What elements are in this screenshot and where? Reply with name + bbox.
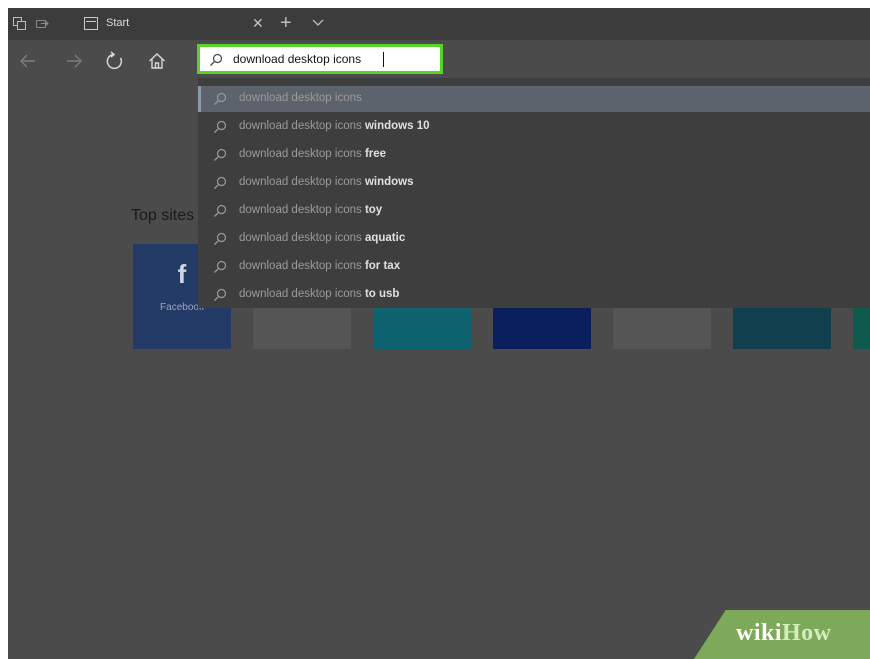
suggestion-item[interactable]: download desktop icons windows 10 [198, 114, 870, 140]
search-icon [213, 260, 227, 274]
suggestion-completion: windows 10 [364, 120, 430, 132]
suggestion-query: download desktop icons [239, 204, 365, 216]
search-suggestions-dropdown: download desktop icons download desktop i… [198, 78, 870, 308]
suggestion-query: download desktop icons [239, 232, 365, 244]
suggestion-query: download desktop icons [239, 148, 365, 160]
suggestion-item[interactable]: download desktop icons aquatic [198, 226, 870, 252]
suggestion-text: download desktop icons windows [239, 176, 414, 188]
forward-arrow-icon[interactable] [63, 50, 85, 72]
suggestion-query: download desktop icons [239, 288, 365, 300]
search-icon [209, 53, 223, 67]
address-bar[interactable] [197, 44, 443, 74]
suggestion-completion: free [364, 148, 387, 160]
search-icon [213, 148, 227, 162]
suggestion-query: download desktop icons [239, 260, 365, 272]
suggestion-completion: toy [364, 204, 383, 216]
browser-window: Start ✕ + Top sites fFacebook [8, 8, 870, 659]
search-icon [213, 288, 227, 302]
suggestion-completion: to usb [364, 288, 400, 300]
suggestion-completion: aquatic [364, 232, 406, 244]
search-icon [213, 232, 227, 246]
close-icon[interactable]: ✕ [252, 14, 264, 32]
set-aside-tabs-icon[interactable] [36, 17, 49, 30]
suggestion-text: download desktop icons [239, 92, 362, 104]
tab-page-icon [84, 17, 98, 30]
suggestion-completion: for tax [364, 260, 401, 272]
selection-indicator [198, 86, 201, 112]
suggestion-item[interactable]: download desktop icons windows [198, 170, 870, 196]
tab-bar: Start ✕ + [8, 8, 870, 40]
top-sites-heading: Top sites [131, 207, 195, 224]
tab-preview-icon[interactable] [13, 17, 26, 30]
back-arrow-icon[interactable] [17, 50, 39, 72]
suggestion-item[interactable]: download desktop icons to usb [198, 282, 870, 308]
search-icon [213, 176, 227, 190]
refresh-icon[interactable] [104, 50, 126, 72]
suggestion-text: download desktop icons windows 10 [239, 120, 430, 132]
suggestion-text: download desktop icons free [239, 148, 386, 160]
text-caret [383, 52, 384, 67]
new-tab-icon[interactable]: + [280, 11, 292, 35]
suggestion-query: download desktop icons [239, 176, 365, 188]
suggestion-item[interactable]: download desktop icons toy [198, 198, 870, 224]
search-icon [213, 120, 227, 134]
suggestion-text: download desktop icons toy [239, 204, 382, 216]
suggestion-item[interactable]: download desktop icons for tax [198, 254, 870, 280]
address-input[interactable] [233, 50, 433, 68]
home-icon[interactable] [146, 50, 168, 72]
suggestion-text: download desktop icons to usb [239, 288, 399, 300]
suggestion-item[interactable]: download desktop icons [198, 86, 870, 112]
suggestion-completion: windows [364, 176, 414, 188]
suggestion-text: download desktop icons aquatic [239, 232, 405, 244]
tab-title: Start [106, 17, 130, 29]
tab-start[interactable]: Start ✕ [76, 8, 272, 40]
suggestion-item[interactable]: download desktop icons free [198, 142, 870, 168]
suggestion-query: download desktop icons [239, 92, 362, 104]
suggestion-query: download desktop icons [239, 120, 365, 132]
wikihow-watermark: wikiHow [736, 620, 832, 646]
suggestion-text: download desktop icons for tax [239, 260, 400, 272]
search-icon [213, 92, 227, 106]
search-icon [213, 204, 227, 218]
chevron-down-icon[interactable] [310, 14, 326, 30]
